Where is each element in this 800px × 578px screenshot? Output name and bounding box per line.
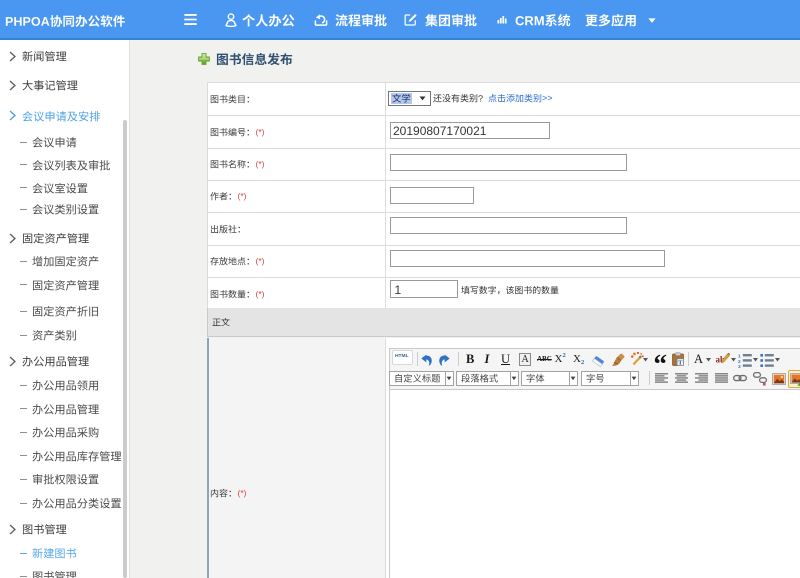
svg-text:1: 1: [738, 354, 741, 360]
svg-text:T: T: [678, 360, 683, 367]
svg-text:2: 2: [738, 359, 741, 365]
svg-text:3: 3: [738, 364, 741, 368]
